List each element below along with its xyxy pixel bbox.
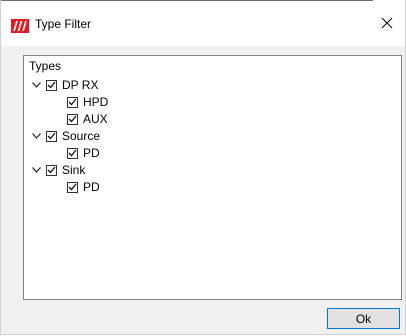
- source-pd-checkbox[interactable]: [67, 147, 78, 159]
- tree-node-aux: AUX: [67, 111, 108, 127]
- title-bar: Type Filter: [1, 0, 405, 46]
- types-group-label: Types: [29, 59, 62, 73]
- tree-label-source-pd: PD: [83, 146, 100, 160]
- checkmark-icon: [47, 166, 56, 174]
- tree-label-hpd: HPD: [83, 95, 109, 109]
- tree-label-sink-pd: PD: [83, 180, 100, 194]
- checkmark-icon: [68, 115, 77, 123]
- window-title: Type Filter: [35, 17, 92, 31]
- expand-chevron-icon[interactable]: [30, 130, 42, 142]
- tree-node-sink: Sink: [30, 162, 85, 178]
- checkmark-icon: [47, 132, 56, 140]
- tree-node-source-pd: PD: [67, 145, 100, 161]
- expand-chevron-icon[interactable]: [30, 164, 42, 176]
- sink-checkbox[interactable]: [46, 164, 57, 176]
- source-checkbox[interactable]: [46, 130, 57, 142]
- sink-pd-checkbox[interactable]: [67, 181, 78, 193]
- ok-button[interactable]: Ok: [327, 308, 400, 329]
- dp-rx-checkbox[interactable]: [46, 79, 57, 91]
- tree-node-hpd: HPD: [67, 94, 108, 110]
- tree-node-source: Source: [30, 128, 100, 144]
- close-button[interactable]: [373, 9, 401, 37]
- checkmark-icon: [68, 149, 77, 157]
- checkmark-icon: [68, 98, 77, 106]
- tree-node-sink-pd: PD: [67, 179, 100, 195]
- aux-checkbox[interactable]: [67, 113, 78, 125]
- checkmark-icon: [47, 81, 56, 89]
- tree-node-dp-rx: DP RX: [30, 77, 98, 93]
- types-panel: Types DP RX HPD AUX Source PD Sink PD: [23, 55, 402, 300]
- type-filter-dialog: Type Filter Types DP RX HPD AUX Source P…: [0, 0, 406, 335]
- close-icon: [381, 17, 393, 29]
- tree-label-aux: AUX: [83, 112, 108, 126]
- tree-label-source: Source: [62, 129, 101, 143]
- tree-label-dp-rx: DP RX: [62, 78, 99, 92]
- title-bar-top-line: [1, 0, 373, 1]
- tree-label-sink: Sink: [62, 163, 86, 177]
- app-logo-icon: [11, 19, 29, 33]
- expand-chevron-icon[interactable]: [30, 79, 42, 91]
- checkmark-icon: [68, 183, 77, 191]
- hpd-checkbox[interactable]: [67, 96, 78, 108]
